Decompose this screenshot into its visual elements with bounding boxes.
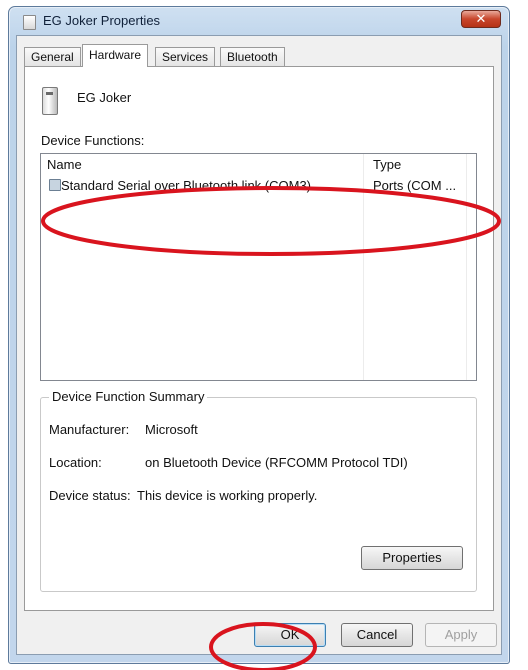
summary-legend: Device Function Summary <box>49 389 208 404</box>
device-name: EG Joker <box>77 90 132 105</box>
ok-button[interactable]: OK <box>254 623 326 647</box>
device-status-value: This device is working properly. <box>137 488 318 503</box>
title-bar[interactable]: EG Joker Properties ✕ <box>9 7 509 35</box>
device-functions-list[interactable]: Name Type Standard Serial over Bluetooth… <box>40 153 477 381</box>
column-header-name[interactable]: Name <box>47 157 82 172</box>
hardware-panel: EG Joker Device Functions: Name Type Sta… <box>24 66 494 611</box>
tab-general[interactable]: General <box>24 47 81 66</box>
apply-button[interactable]: Apply <box>425 623 497 647</box>
location-value: on Bluetooth Device (RFCOMM Protocol TDI… <box>145 455 408 470</box>
column-header-type[interactable]: Type <box>373 157 401 172</box>
window-title: EG Joker Properties <box>43 13 161 28</box>
cancel-button[interactable]: Cancel <box>341 623 413 647</box>
list-item-type: Ports (COM ... <box>373 178 457 193</box>
tab-bluetooth[interactable]: Bluetooth <box>220 47 285 66</box>
device-status-label: Device status: <box>49 488 131 503</box>
device-functions-label: Device Functions: <box>41 133 145 148</box>
tab-hardware[interactable]: Hardware <box>82 44 149 67</box>
device-title-icon <box>23 15 36 30</box>
dialog-client: General Hardware Services Bluetooth EG J… <box>16 35 502 655</box>
device-function-summary: Device Function Summary Manufacturer: Mi… <box>40 389 477 592</box>
properties-window: EG Joker Properties ✕ General Hardware S… <box>8 6 510 664</box>
list-item[interactable]: Standard Serial over Bluetooth link (COM… <box>41 174 476 196</box>
list-header: Name Type <box>41 154 476 174</box>
tab-services[interactable]: Services <box>155 47 216 66</box>
manufacturer-value: Microsoft <box>145 422 198 437</box>
location-label: Location: <box>49 455 102 470</box>
close-button[interactable]: ✕ <box>461 10 501 28</box>
device-icon <box>42 87 58 115</box>
properties-button[interactable]: Properties <box>361 546 463 570</box>
serial-port-icon <box>49 179 61 191</box>
manufacturer-label: Manufacturer: <box>49 422 130 437</box>
list-item-name: Standard Serial over Bluetooth link (COM… <box>61 178 312 193</box>
